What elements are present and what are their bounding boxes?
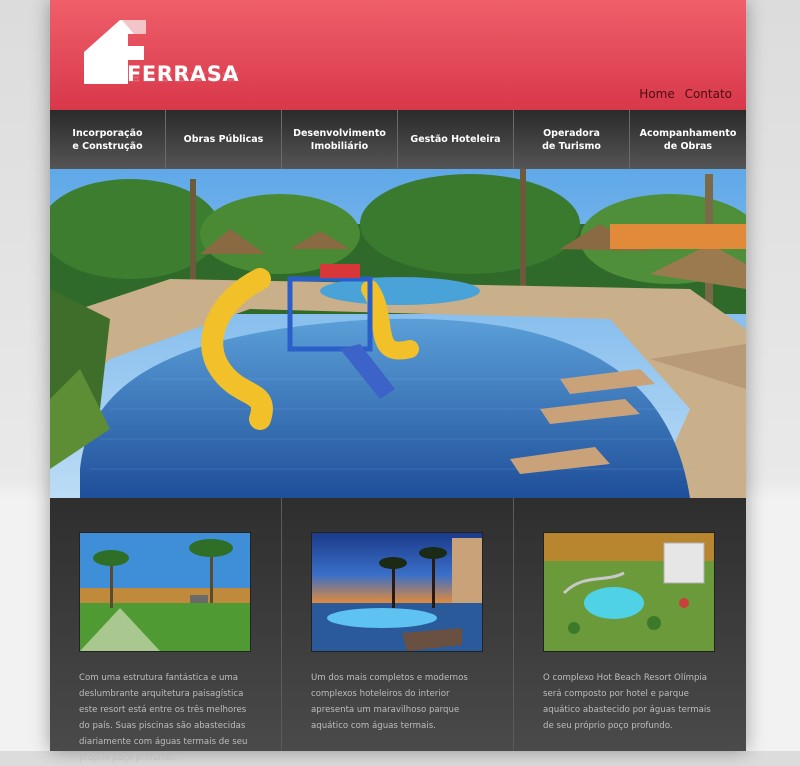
home-link[interactable]: Home bbox=[639, 87, 674, 101]
feature-description: Com uma estrutura fantástica e uma deslu… bbox=[79, 673, 248, 763]
nav-item-incorporacao[interactable]: Incorporação e Construção bbox=[50, 110, 166, 169]
feature-card: O complexo Hot Beach Resort Olímpia será… bbox=[514, 498, 746, 751]
feature-image-hot-beach[interactable] bbox=[543, 532, 715, 652]
nav-item-desenvolvimento[interactable]: Desenvolvimento Imobiliário bbox=[282, 110, 398, 169]
main-nav: Incorporação e Construção Obras Públicas… bbox=[50, 110, 746, 169]
nav-item-gestao-hoteleira[interactable]: Gestão Hoteleira bbox=[398, 110, 514, 169]
top-links: Home Contato bbox=[633, 87, 732, 101]
hero-image bbox=[50, 169, 746, 498]
feature-card: Um dos mais completos e modernos complex… bbox=[282, 498, 514, 751]
ferrasa-logo[interactable] bbox=[82, 16, 242, 102]
contato-link[interactable]: Contato bbox=[685, 87, 732, 101]
feature-image-hotel-pool[interactable] bbox=[311, 532, 483, 652]
feature-columns: Com uma estrutura fantástica e uma deslu… bbox=[50, 498, 746, 763]
feature-card: Com uma estrutura fantástica e uma deslu… bbox=[50, 498, 282, 763]
resort-pool-scene bbox=[50, 169, 746, 498]
page-container: FERRASA FERRASA Home Contato Incorporaçã… bbox=[50, 0, 746, 763]
nav-item-acompanhamento[interactable]: Acompanhamento de Obras bbox=[630, 110, 746, 169]
logo-reflection: FERRASA bbox=[127, 69, 240, 84]
feature-image-resort[interactable] bbox=[79, 532, 251, 652]
feature-description: O complexo Hot Beach Resort Olímpia será… bbox=[543, 673, 711, 731]
site-header: FERRASA FERRASA Home Contato bbox=[50, 0, 746, 110]
nav-item-operadora-turismo[interactable]: Operadora de Turismo bbox=[514, 110, 630, 169]
feature-description: Um dos mais completos e modernos complex… bbox=[311, 673, 468, 731]
nav-item-obras-publicas[interactable]: Obras Públicas bbox=[166, 110, 282, 169]
